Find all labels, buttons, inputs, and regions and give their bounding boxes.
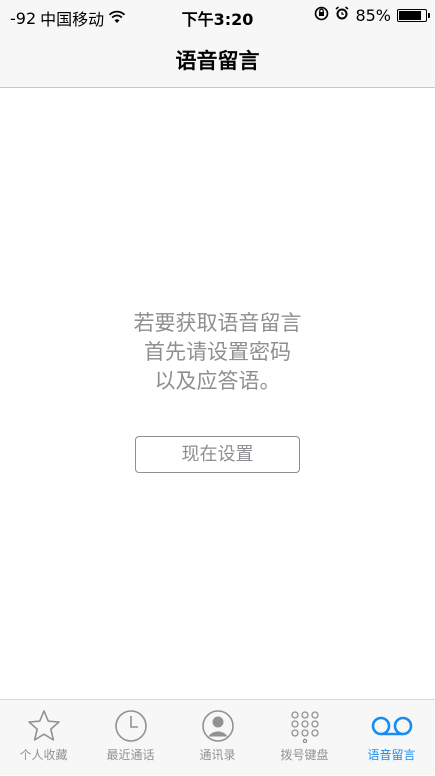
setup-now-button[interactable]: 现在设置: [135, 436, 300, 473]
navigation-bar: 语音留言: [0, 30, 435, 88]
battery-fill: [399, 11, 422, 20]
tab-label: 语音留言: [367, 748, 416, 762]
tab-keypad[interactable]: 拨号键盘: [261, 700, 348, 776]
tab-label: 个人收藏: [19, 748, 68, 762]
keypad-icon: [261, 708, 348, 744]
alarm-icon: [335, 6, 349, 25]
message-line: 首先请设置密码: [144, 340, 291, 364]
tab-contacts[interactable]: 通讯录: [174, 700, 261, 776]
status-bar: -92 中国移动 下午3:20 85%: [0, 0, 435, 30]
battery-percent: 85%: [355, 6, 391, 25]
tab-label: 通讯录: [199, 748, 236, 762]
tab-recents[interactable]: 最近通话: [87, 700, 174, 776]
voicemail-icon: [348, 708, 435, 744]
voicemail-setup-message: 若要获取语音留言 首先请设置密码 以及应答语。: [0, 309, 435, 396]
contacts-icon: [174, 708, 261, 744]
clock-icon: [87, 708, 174, 744]
tab-label: 最近通话: [106, 748, 155, 762]
star-icon: [0, 708, 87, 744]
battery-icon: [397, 9, 430, 22]
message-line: 以及应答语。: [154, 369, 281, 393]
tab-bar: 个人收藏 最近通话 通讯录 拨号键盘 语音留言: [0, 699, 435, 775]
tab-favorites[interactable]: 个人收藏: [0, 700, 87, 776]
tab-voicemail[interactable]: 语音留言: [348, 700, 435, 776]
status-right: 85%: [314, 6, 430, 25]
orientation-lock-icon: [314, 6, 329, 25]
page-title: 语音留言: [175, 49, 260, 73]
message-line: 若要获取语音留言: [133, 311, 302, 335]
tab-label: 拨号键盘: [280, 748, 329, 762]
